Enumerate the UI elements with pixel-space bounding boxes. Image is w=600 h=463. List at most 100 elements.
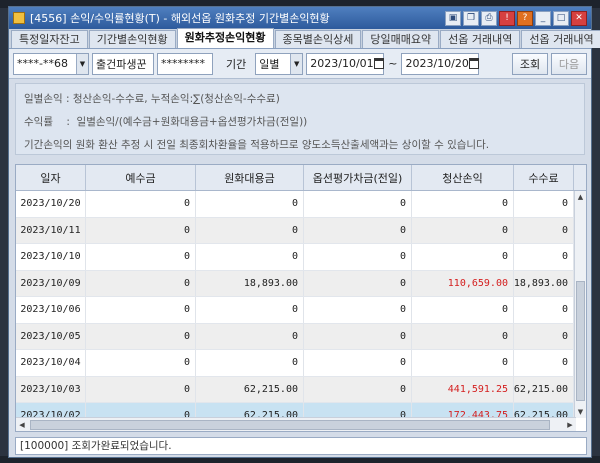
cell-realized-pnl: 172,443.75 — [412, 403, 514, 418]
cell-option-eval: 0 — [304, 270, 412, 296]
print-icon[interactable]: ⎙ — [481, 10, 497, 26]
date-from-input[interactable]: 2023/10/01 — [306, 52, 385, 75]
minimize-icon[interactable]: _ — [535, 10, 551, 26]
cell-deposit: 0 — [86, 297, 196, 323]
cell-krw-substitute: 0 — [196, 244, 304, 270]
tab-futopt-history-2[interactable]: 선옵 거래내역 — [521, 30, 600, 48]
info-line-return-rate: 수익률 : 일별손익/(예수금+원화대용금+옵션평가차금(전일)) — [24, 116, 308, 128]
column-header-realized-pnl[interactable]: 청산손익 — [412, 165, 514, 190]
cell-fee: 62,215.00 — [514, 376, 574, 402]
cell-realized-pnl: 0 — [412, 191, 514, 217]
table-row[interactable]: 2023/10/05 0 0 0 0 0 — [16, 323, 586, 350]
column-header-date[interactable]: 일자 — [16, 165, 86, 190]
password-input[interactable]: ******** — [157, 52, 213, 75]
grid-body: 2023/10/20 0 0 0 0 0 2023/10/11 0 0 0 0 0 2023/10/10… — [16, 191, 586, 418]
cell-krw-substitute: 0 — [196, 323, 304, 349]
cell-realized-pnl: 0 — [412, 297, 514, 323]
cell-option-eval: 0 — [304, 191, 412, 217]
cell-fee: 0 — [514, 244, 574, 270]
tab-bar: 특정일자잔고 기간별손익현황 원화추정손익현황 종목별손익상세 당일매매요약 선… — [9, 28, 600, 49]
cell-option-eval: 0 — [304, 403, 412, 418]
query-button[interactable]: 조회 — [512, 52, 548, 75]
title-bar-buttons: ▣ ❐ ⎙ ! ? _ □ ✕ — [445, 10, 587, 26]
cell-fee: 62,215.00 — [514, 403, 574, 418]
cell-krw-substitute: 0 — [196, 297, 304, 323]
cell-krw-substitute: 0 — [196, 350, 304, 376]
cell-krw-substitute: 62,215.00 — [196, 403, 304, 418]
scroll-thumb[interactable] — [576, 281, 585, 401]
cell-realized-pnl: 0 — [412, 350, 514, 376]
chevron-down-icon[interactable]: ▼ — [290, 53, 303, 74]
table-row[interactable]: 2023/10/10 0 0 0 0 0 — [16, 244, 586, 271]
cell-fee: 0 — [514, 350, 574, 376]
link-icon[interactable]: ▣ — [445, 10, 461, 26]
title-bar[interactable]: [4556] 손익/수익률현황(T) - 해외선옵 원화추정 기간별손익현황 ▣… — [9, 7, 591, 29]
cell-deposit: 0 — [86, 350, 196, 376]
calendar-icon[interactable] — [468, 54, 479, 74]
vertical-scrollbar[interactable]: ▲ ▼ — [574, 191, 586, 418]
table-row[interactable]: 2023/10/09 0 18,893.00 0 110,659.00 18,893.00 — [16, 270, 586, 297]
tab-krw-estimated-pnl[interactable]: 원화추정손익현황 — [176, 28, 274, 48]
scroll-right-icon[interactable]: ▶ — [564, 421, 576, 429]
info-line-notice: 기간손익의 원화 환산 추정 시 전일 최종회차환율을 적용하므로 양도소득산출… — [24, 139, 490, 151]
password-mask: ******** — [161, 57, 205, 70]
column-header-fee[interactable]: 수수료 — [514, 165, 574, 190]
cell-option-eval: 0 — [304, 217, 412, 243]
window-title: [4556] 손익/수익률현황(T) - 해외선옵 원화추정 기간별손익현황 — [30, 12, 330, 25]
cell-option-eval: 0 — [304, 244, 412, 270]
table-row[interactable]: 2023/10/04 0 0 0 0 0 — [16, 350, 586, 377]
table-row[interactable]: 2023/10/06 0 0 0 0 0 — [16, 297, 586, 324]
cell-option-eval: 0 — [304, 297, 412, 323]
period-type-select[interactable]: 일별 ▼ — [255, 52, 304, 75]
pnl-window: [4556] 손익/수익률현황(T) - 해외선옵 원화추정 기간별손익현황 ▣… — [8, 6, 600, 458]
grid-header: 일자 예수금 원화대용금 옵션평가차금(전일) 청산손익 수수료 — [16, 165, 586, 191]
cell-deposit: 0 — [86, 191, 196, 217]
cell-date: 2023/10/20 — [16, 191, 86, 217]
scroll-thumb-horizontal[interactable] — [30, 419, 550, 430]
cell-option-eval: 0 — [304, 376, 412, 402]
tab-futopt-history[interactable]: 선옵 거래내역 — [440, 30, 521, 48]
cell-fee: 0 — [514, 217, 574, 243]
chevron-down-icon[interactable]: ▼ — [76, 53, 88, 74]
horizontal-scrollbar[interactable]: ◀ ▶ — [16, 417, 576, 431]
cell-deposit: 0 — [86, 270, 196, 296]
table-row[interactable]: 2023/10/11 0 0 0 0 0 — [16, 217, 586, 244]
scroll-down-icon[interactable]: ▼ — [575, 406, 586, 418]
cell-fee: 0 — [514, 191, 574, 217]
next-button[interactable]: 다음 — [551, 52, 587, 75]
column-header-option-eval[interactable]: 옵션평가차금(전일) — [304, 165, 412, 190]
cell-date: 2023/10/03 — [16, 376, 86, 402]
status-bar: [100000] 조회가완료되었습니다. — [15, 437, 587, 455]
tab-item-pnl-detail[interactable]: 종목별손익상세 — [274, 30, 362, 48]
window-icon[interactable]: ❐ — [463, 10, 479, 26]
alert-icon[interactable]: ! — [499, 10, 515, 26]
cell-date: 2023/10/10 — [16, 244, 86, 270]
scroll-left-icon[interactable]: ◀ — [16, 421, 28, 429]
tab-daily-trade-summary[interactable]: 당일매매요약 — [362, 30, 440, 48]
help-icon[interactable]: ? — [517, 10, 533, 26]
cell-realized-pnl: 0 — [412, 244, 514, 270]
column-header-deposit[interactable]: 예수금 — [86, 165, 196, 190]
calendar-icon[interactable] — [373, 54, 384, 74]
cell-realized-pnl: 110,659.00 — [412, 270, 514, 296]
scroll-up-icon[interactable]: ▲ — [575, 191, 586, 203]
column-header-krw-substitute[interactable]: 원화대용금 — [196, 165, 304, 190]
close-icon[interactable]: ✕ — [571, 10, 587, 26]
cell-date: 2023/10/09 — [16, 270, 86, 296]
cell-option-eval: 0 — [304, 350, 412, 376]
account-select[interactable]: ****-**68 ▼ — [13, 52, 89, 75]
cell-date: 2023/10/02 — [16, 403, 86, 418]
cell-fee: 0 — [514, 297, 574, 323]
table-row[interactable]: 2023/10/20 0 0 0 0 0 — [16, 191, 586, 218]
tab-period-pnl[interactable]: 기간별손익현황 — [88, 30, 176, 48]
cell-date: 2023/10/04 — [16, 350, 86, 376]
maximize-icon[interactable]: □ — [553, 10, 569, 26]
table-row[interactable]: 2023/10/03 0 62,215.00 0 441,591.25 62,215.00 — [16, 376, 586, 403]
cell-deposit: 0 — [86, 376, 196, 402]
date-to-input[interactable]: 2023/10/20 — [401, 52, 480, 75]
cell-krw-substitute: 62,215.00 — [196, 376, 304, 402]
date-to-value: 2023/10/20 — [405, 57, 469, 70]
cell-date: 2023/10/11 — [16, 217, 86, 243]
tab-specific-date-balance[interactable]: 특정일자잔고 — [11, 30, 88, 48]
table-row[interactable]: 2023/10/02 0 62,215.00 0 172,443.75 62,215.00 — [16, 403, 586, 418]
